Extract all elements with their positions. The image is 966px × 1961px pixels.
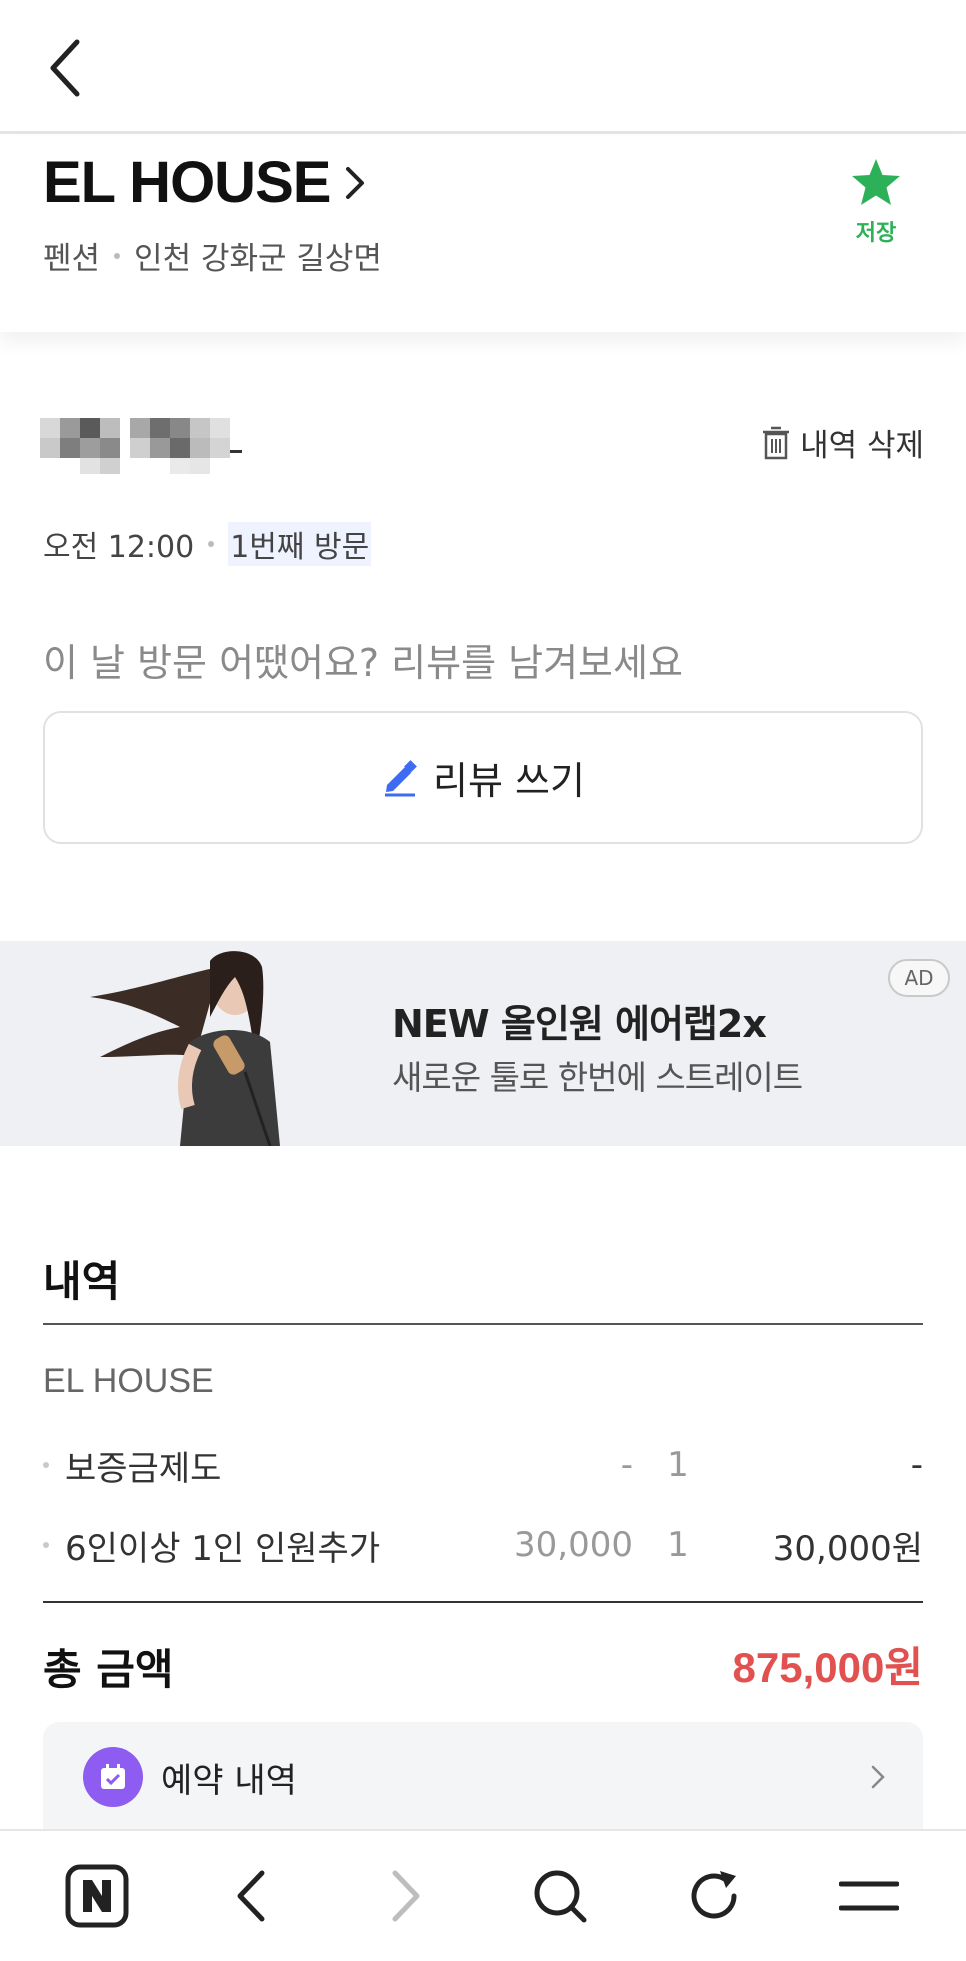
ad-banner[interactable]: NEW 올인원 에어랩2x 새로운 툴로 한번에 스트레이트 AD — [0, 941, 966, 1146]
forward-arrow-icon — [392, 1870, 420, 1922]
line-item: 보증금제도 - 1 - — [43, 1440, 923, 1490]
reservation-history-link[interactable]: 예약 내역 — [43, 1722, 923, 1832]
save-button[interactable]: 저장 — [836, 157, 916, 247]
item-qty: 1 — [667, 1525, 689, 1565]
bullet — [43, 1542, 49, 1548]
save-label: 저장 — [855, 221, 897, 246]
place-location: 인천 강화군 길상면 — [134, 241, 382, 277]
item-price: 30,000 — [514, 1525, 633, 1565]
divider — [43, 1601, 923, 1603]
calendar-check-icon — [83, 1747, 143, 1807]
write-review-label: 리뷰 쓰기 — [433, 759, 585, 803]
blurred-visitor-name — [40, 418, 270, 478]
menu-icon — [838, 1881, 899, 1911]
item-name: 보증금제도 — [65, 1448, 222, 1489]
naver-home-button[interactable] — [52, 1851, 142, 1941]
browser-forward-button[interactable] — [361, 1851, 451, 1941]
chevron-right-icon — [346, 166, 365, 199]
top-bar — [0, 0, 966, 134]
trash-icon — [763, 426, 790, 459]
item-qty: 1 — [667, 1445, 689, 1485]
star-icon — [852, 159, 900, 205]
visit-meta: 오전 12:00 1번째 방문 — [43, 522, 372, 566]
item-name: 6인이상 1인 인원추가 — [65, 1528, 381, 1569]
browser-toolbar — [0, 1829, 966, 1961]
vendor-name: EL HOUSE — [43, 1362, 214, 1400]
write-review-button[interactable]: 리뷰 쓰기 — [43, 711, 923, 844]
ad-badge: AD — [888, 959, 950, 997]
reservation-label: 예약 내역 — [161, 1760, 297, 1801]
chevron-left-icon — [50, 39, 80, 97]
ad-model-image — [90, 951, 280, 1146]
place-name: EL HOUSE — [43, 150, 331, 215]
browser-refresh-button[interactable] — [669, 1851, 759, 1941]
browser-back-button[interactable] — [206, 1851, 296, 1941]
bullet — [43, 1462, 49, 1468]
line-item: 6인이상 1인 인원추가 30,000 1 30,000원 — [43, 1520, 923, 1570]
chevron-right-icon — [871, 1765, 885, 1789]
separator-dot — [208, 541, 215, 547]
delete-history-label: 내역 삭제 — [800, 428, 924, 464]
separator-dot — [114, 252, 121, 259]
back-button[interactable] — [30, 28, 100, 108]
pencil-icon — [385, 759, 417, 796]
page: EL HOUSE 펜션 인천 강화군 길상면 저장 내역 삭제 오전 12:00… — [0, 0, 966, 1961]
total-label: 총 금액 — [43, 1645, 174, 1694]
divider — [43, 1323, 923, 1325]
search-icon — [534, 1870, 587, 1923]
back-arrow-icon — [237, 1870, 265, 1922]
total-value: 875,000원 — [732, 1644, 923, 1691]
place-title-link[interactable]: EL HOUSE — [43, 149, 366, 216]
refresh-icon — [691, 1871, 737, 1919]
item-price: - — [620, 1445, 633, 1485]
browser-menu-button[interactable] — [824, 1851, 914, 1941]
review-prompt: 이 날 방문 어땠어요? 리뷰를 남겨보세요 — [43, 641, 683, 685]
item-total: 30,000원 — [772, 1528, 923, 1569]
place-header: EL HOUSE 펜션 인천 강화군 길상면 저장 — [0, 137, 966, 332]
place-category: 펜션 — [43, 241, 101, 277]
naver-home-icon — [65, 1864, 129, 1928]
visit-time: 오전 12:00 — [43, 530, 195, 565]
ad-title: NEW 올인원 에어랩2x — [392, 1002, 767, 1046]
browser-search-button[interactable] — [515, 1851, 605, 1941]
details-title: 내역 — [43, 1257, 121, 1306]
delete-history-button[interactable]: 내역 삭제 — [762, 420, 924, 465]
item-total: - — [910, 1445, 923, 1485]
ad-subtitle: 새로운 툴로 한번에 스트레이트 — [392, 1058, 803, 1097]
place-subtitle: 펜션 인천 강화군 길상면 — [43, 233, 382, 278]
visit-count: 1번째 방문 — [228, 522, 372, 566]
